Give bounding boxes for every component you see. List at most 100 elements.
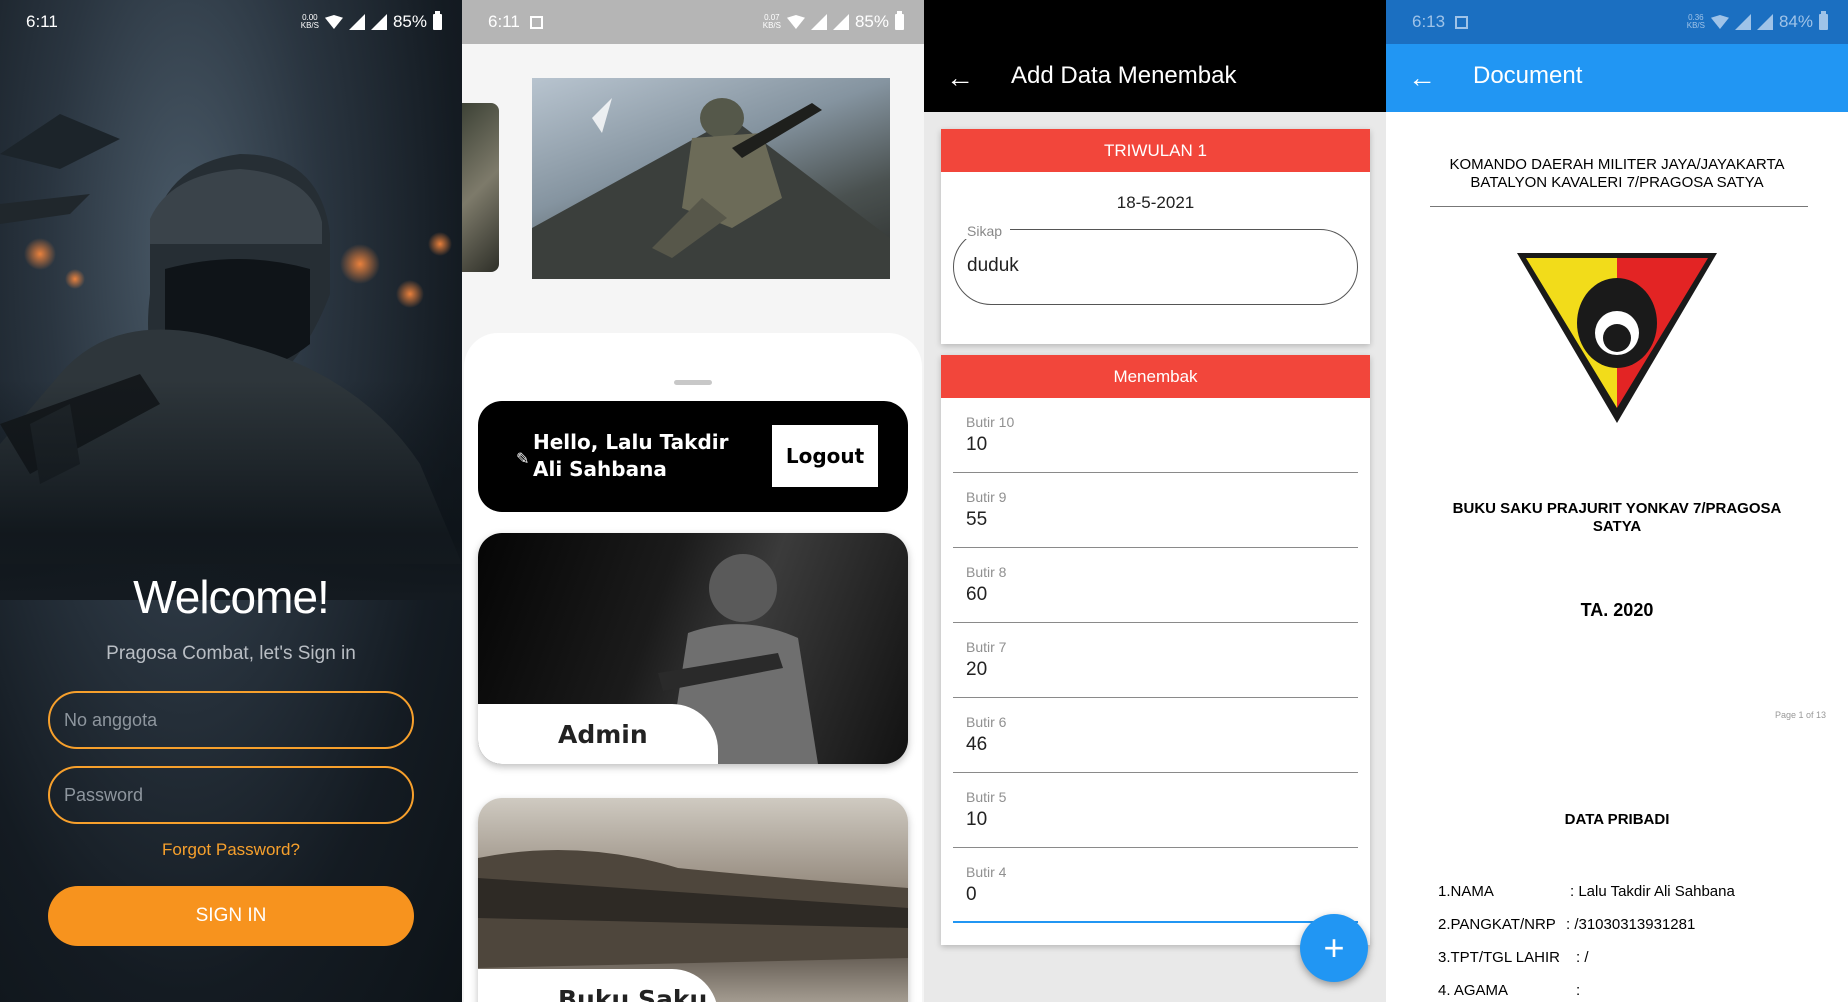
row-label: 1.NAMA [1438,883,1494,900]
row-value: : /31030313931281 [1566,916,1696,933]
data-row: 4. AGAMA: [1438,982,1580,999]
field-label: Butir 6 [966,714,1007,730]
logout-button[interactable]: Logout [772,425,878,487]
user-greeting-card: ✎ Hello, Lalu Takdir Ali Sahbana Logout [478,401,908,512]
wifi-icon [324,15,343,29]
sikap-label: Sikap [961,223,1011,239]
triwulan-header: TRIWULAN 1 [941,129,1370,172]
field-label: Butir 4 [966,864,1007,880]
member-number-placeholder: No anggota [64,709,158,730]
row-label: 3.TPT/TGL LAHIR [1438,949,1560,966]
forgot-password-link[interactable]: Forgot Password? [0,840,462,860]
password-placeholder: Password [64,784,144,805]
signal-icon-2 [832,14,849,30]
edit-pencil-icon[interactable]: ✎ [516,449,529,469]
fiscal-year: TA. 2020 [1580,600,1654,620]
welcome-subtitle: Pragosa Combat, let's Sign in [106,643,356,664]
field-value: 10 [966,809,988,830]
plus-icon: + [1323,927,1345,968]
field-value: 55 [966,509,988,530]
sign-in-button[interactable]: SIGN IN [48,886,414,946]
row-label: 4. AGAMA [1438,982,1509,999]
data-row: 2.PANGKAT/NRP : /31030313931281 [1438,916,1695,933]
date-text: 18-5-2021 [1116,193,1195,212]
butir-9-field[interactable]: Butir 9 55 [953,473,1358,548]
wifi-icon [786,15,805,29]
network-speed: 0.07 KB/S [763,14,781,30]
row-label: 2.PANGKAT/NRP [1438,916,1556,933]
add-fab-button[interactable]: + [1300,914,1368,982]
document-header: KOMANDO DAERAH MILITER JAYA/JAYAKARTA BA… [1386,156,1848,192]
user-greeting: Hello, Lalu Takdir Ali Sahbana [533,430,729,481]
welcome-heading: Welcome! [133,571,330,623]
battery-icon [1819,11,1828,30]
member-number-input[interactable]: No anggota [48,691,414,749]
menembak-card: Menembak Butir 10 10 Butir 9 55 Butir 8 … [941,355,1370,945]
butir-6-field[interactable]: Butir 6 46 [953,698,1358,773]
data-row: 1.NAMA : Lalu Takdir Ali Sahbana [1438,883,1735,900]
row-value: : [1576,982,1581,999]
header-line-2: BATALYON KAVALERI 7/PRAGOSA SATYA [1470,174,1764,191]
app-bar: ← Document [1386,44,1848,112]
signal-icon-2 [370,14,387,30]
status-bar: 6:11 0.07 KB/S 85% [462,0,924,44]
book-title-line-2: SATYA [1592,518,1642,535]
buku-saku-label: Buku Saku [478,969,718,1002]
battery-percent: 85% [854,12,889,31]
page-indicator: Page 1 of 13 [1774,710,1826,720]
book-title-line-1: BUKU SAKU PRAJURIT YONKAV 7/PRAGOSA [1452,500,1782,517]
background-fade [0,380,462,600]
status-time: 6:11 [26,12,58,31]
network-speed-unit: KB/S [1686,21,1705,30]
status-bar: 6:13 0.36 KB/S 84% [1386,0,1848,44]
password-input[interactable]: Password [48,766,414,824]
admin-menu-card[interactable]: Admin [478,533,908,764]
battalion-emblem-logo [1517,253,1717,423]
image-notification-icon [1455,15,1469,29]
menembak-header: Menembak [941,355,1370,398]
page-title: Document [1473,62,1583,89]
back-arrow-icon[interactable]: ← [1408,62,1436,94]
field-value: 60 [966,584,988,605]
butir-10-field[interactable]: Butir 10 10 [953,398,1358,473]
status-bar: 6:11 0.00 KB/S 85% [0,0,462,44]
section-heading: DATA PRIBADI [1564,811,1670,828]
battery-icon [895,11,904,30]
status-time: 6:11 [488,12,520,31]
data-row: 3.TPT/TGL LAHIR : / [1438,949,1589,966]
battery-percent: 85% [392,12,427,31]
row-value: : / [1576,949,1589,966]
login-screen: 6:11 0.00 KB/S 85% Welcome! Pragosa Comba… [0,0,462,1002]
header-divider [1430,206,1808,207]
sikap-value: duduk [967,255,1019,276]
network-speed: 0.36 KB/S [1687,14,1705,30]
app-bar: ← Add Data Menembak [924,0,1386,112]
battery-percent: 84% [1778,12,1813,31]
document-screen: 6:13 0.36 KB/S 84% ← Document KOMANDO DAE… [1386,0,1848,1002]
image-notification-icon [529,15,543,29]
signal-icon [1734,14,1751,30]
back-arrow-icon[interactable]: ← [946,62,974,94]
signal-icon [348,14,365,30]
battery-icon [433,11,442,30]
field-label: Butir 10 [966,414,1015,430]
field-value: 20 [966,659,988,680]
field-label: Butir 5 [966,789,1007,805]
header-line-1: KOMANDO DAERAH MILITER JAYA/JAYAKARTA [1449,156,1785,173]
butir-4-field[interactable]: Butir 4 0 [953,848,1358,923]
network-speed-unit: KB/S [300,21,319,30]
buku-saku-menu-card[interactable]: Buku Saku [478,798,908,1002]
home-screen: 6:11 0.07 KB/S 85% ✎ Hello, Lalu Takdir A… [462,0,924,1002]
triwulan-card: TRIWULAN 1 18-5-2021 Sikap duduk [941,129,1370,344]
page-title: Add Data Menembak [1011,62,1237,89]
butir-5-field[interactable]: Butir 5 10 [953,773,1358,848]
row-value: : Lalu Takdir Ali Sahbana [1570,883,1735,900]
butir-8-field[interactable]: Butir 8 60 [953,548,1358,623]
butir-7-field[interactable]: Butir 7 20 [953,623,1358,698]
network-speed-unit: KB/S [762,21,781,30]
sheet-drag-handle[interactable] [674,380,712,385]
carousel-previous-banner[interactable] [462,103,499,272]
carousel-banner[interactable] [532,78,890,279]
add-data-screen: ← Add Data Menembak TRIWULAN 1 18-5-2021… [924,0,1386,1002]
status-time: 6:13 [1412,12,1446,31]
